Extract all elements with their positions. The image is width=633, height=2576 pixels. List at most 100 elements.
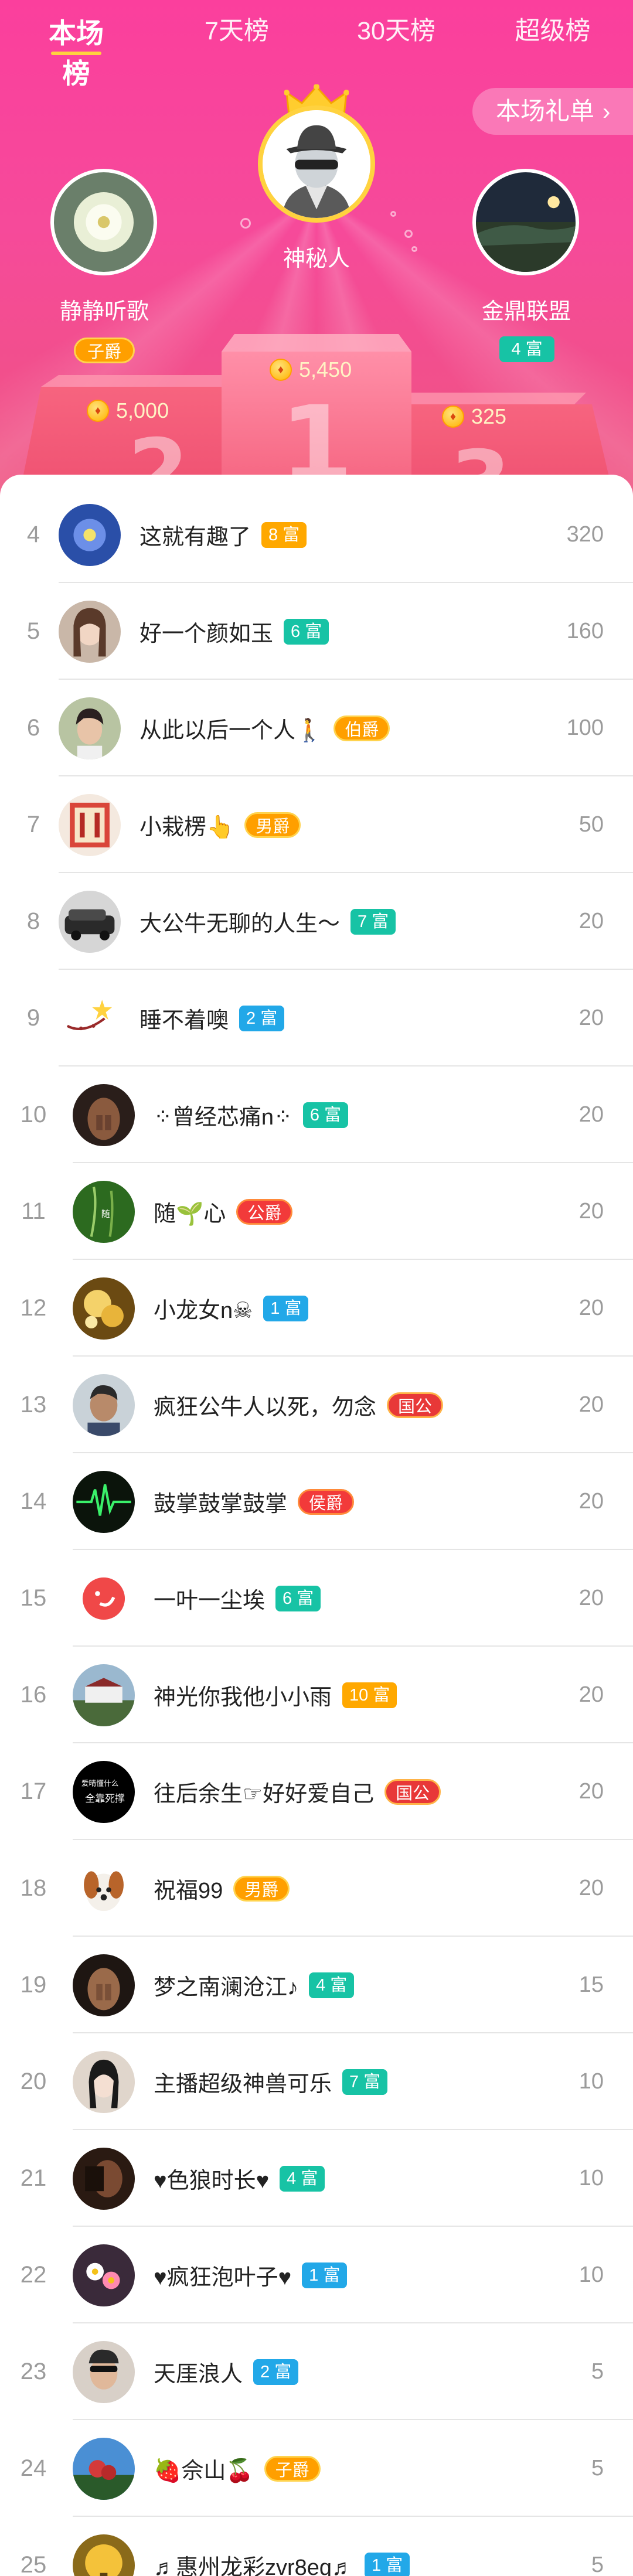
user-avatar[interactable] bbox=[59, 794, 121, 856]
svg-text:全靠死撑: 全靠死撑 bbox=[85, 1793, 125, 1804]
user-info: 鼓掌鼓掌鼓掌 侯爵 bbox=[154, 1453, 355, 1550]
user-avatar[interactable] bbox=[73, 1374, 135, 1436]
ranking-row[interactable]: 23 天厓浪人 2 富 5 bbox=[0, 2323, 633, 2420]
first-place-avatar[interactable] bbox=[258, 105, 375, 223]
user-name: 睡不着噢 bbox=[139, 1008, 229, 1033]
noble-title-badge: 男爵 bbox=[244, 812, 301, 838]
ranking-row[interactable]: 13 疯狂公牛人以死，勿念 国公 20 bbox=[0, 1357, 633, 1453]
third-place-name: 金鼎联盟 bbox=[481, 299, 571, 324]
user-avatar[interactable] bbox=[59, 601, 121, 663]
ranking-row[interactable]: 4 这就有趣了 8 富 320 bbox=[0, 486, 633, 583]
second-place-avatar[interactable] bbox=[50, 169, 157, 275]
night-road-photo-icon bbox=[476, 172, 576, 272]
ranking-row[interactable]: 22 ♥疯狂泡叶子♥ 1 富 10 bbox=[0, 2227, 633, 2323]
user-avatar[interactable] bbox=[73, 2438, 135, 2500]
user-info: 往后余生☞好好爱自己 国公 bbox=[154, 1743, 441, 1840]
user-avatar[interactable] bbox=[73, 2148, 135, 2210]
ranking-row[interactable]: 16 神光你我他小小雨 10 富 20 bbox=[0, 1647, 633, 1743]
ranking-row[interactable]: 17 爱晴懂什么 全靠死撑 往后余生☞好好爱自己 国公 20 bbox=[0, 1743, 633, 1840]
user-avatar[interactable] bbox=[59, 987, 121, 1050]
rank-number: 12 bbox=[20, 1295, 47, 1321]
wealth-level-badge: 4 富 bbox=[309, 1972, 355, 1998]
user-avatar[interactable]: 爱晴懂什么 全靠死撑 bbox=[73, 1761, 135, 1823]
avatar-image-icon bbox=[73, 2438, 135, 2500]
ranking-row[interactable]: 11 随 随🌱心 公爵 20 bbox=[0, 1163, 633, 1260]
user-name: 神光你我他小小雨 bbox=[154, 1685, 332, 1710]
second-place-score-value: 5,000 bbox=[116, 398, 169, 422]
user-avatar[interactable] bbox=[73, 2051, 135, 2113]
ranking-row[interactable]: 12 小龙女n☠ 1 富 20 bbox=[0, 1260, 633, 1357]
user-avatar[interactable] bbox=[73, 1568, 135, 1630]
user-avatar[interactable] bbox=[73, 1664, 135, 1726]
user-avatar[interactable] bbox=[73, 1858, 135, 1920]
user-avatar[interactable] bbox=[73, 1954, 135, 2016]
user-avatar[interactable] bbox=[59, 697, 121, 759]
user-avatar[interactable] bbox=[73, 2534, 135, 2576]
avatar-image-icon bbox=[73, 2051, 135, 2113]
user-name: ♥疯狂泡叶子♥ bbox=[154, 2265, 292, 2290]
noble-title-badge: 子爵 bbox=[264, 2455, 321, 2482]
sparkle-decoration bbox=[390, 211, 396, 217]
second-place-name: 静静听歌 bbox=[59, 299, 149, 324]
user-info: 🍓佘山🍒 子爵 bbox=[154, 2420, 321, 2517]
user-avatar[interactable] bbox=[73, 2341, 135, 2403]
avatar-image-icon bbox=[59, 987, 121, 1050]
ranking-row[interactable]: 14 鼓掌鼓掌鼓掌 侯爵 20 bbox=[0, 1453, 633, 1550]
user-avatar[interactable] bbox=[73, 1084, 135, 1146]
ranking-row[interactable]: 25 ♬惠州龙彩zvr8eq♬ 1 富 5 bbox=[0, 2517, 633, 2576]
tab-7-days[interactable]: 7天榜 bbox=[196, 11, 278, 47]
noble-title-badge: 公爵 bbox=[236, 1198, 293, 1225]
active-tab-indicator bbox=[51, 52, 101, 55]
avatar-image-icon bbox=[73, 2534, 135, 2576]
wealth-level-badge: 8 富 bbox=[261, 522, 307, 548]
user-info: 疯狂公牛人以死，勿念 国公 bbox=[154, 1357, 444, 1453]
user-avatar[interactable] bbox=[73, 1471, 135, 1533]
user-info: 一叶一尘埃 6 富 bbox=[154, 1550, 321, 1647]
user-info: 神光你我他小小雨 10 富 bbox=[154, 1647, 397, 1743]
contribution-value: 20 bbox=[578, 1102, 604, 1127]
ranking-row[interactable]: 7 小栽楞👆 男爵 50 bbox=[0, 776, 633, 873]
user-avatar[interactable] bbox=[59, 891, 121, 953]
contribution-value: 160 bbox=[566, 619, 604, 643]
third-place-score: ♦ 325 bbox=[442, 404, 506, 429]
user-avatar[interactable] bbox=[73, 1277, 135, 1340]
contribution-value: 15 bbox=[578, 1972, 604, 1997]
ranking-row[interactable]: 20 主播超级神兽可乐 7 富 10 bbox=[0, 2033, 633, 2130]
ranking-row[interactable]: 10 ⁘曾经芯痛n⁘ 6 富 20 bbox=[0, 1066, 633, 1163]
ranking-row[interactable]: 21 ♥色狼时长♥ 4 富 10 bbox=[0, 2130, 633, 2227]
wealth-level-badge: 2 富 bbox=[239, 1005, 285, 1031]
ranking-row[interactable]: 15 一叶一尘埃 6 富 20 bbox=[0, 1550, 633, 1647]
tab-30-days[interactable]: 30天榜 bbox=[350, 11, 442, 47]
mystery-man-icon bbox=[263, 110, 370, 218]
sparkle-decoration bbox=[404, 230, 413, 238]
tab-super[interactable]: 超级榜 bbox=[509, 11, 597, 47]
ranking-row[interactable]: 24 🍓佘山🍒 子爵 5 bbox=[0, 2420, 633, 2517]
flower-photo-icon bbox=[54, 172, 154, 272]
ranking-row[interactable]: 5 好一个颜如玉 6 富 160 bbox=[0, 583, 633, 680]
avatar-image-icon bbox=[73, 1858, 135, 1920]
noble-title-badge: 伯爵 bbox=[333, 715, 390, 741]
ranking-row[interactable]: 9 睡不着噢 2 富 20 bbox=[0, 970, 633, 1066]
third-place-avatar[interactable] bbox=[472, 169, 579, 275]
ranking-row[interactable]: 18 祝福99 男爵 20 bbox=[0, 1840, 633, 1937]
rank-number: 18 bbox=[20, 1875, 47, 1901]
user-name: ♬惠州龙彩zvr8eq♬ bbox=[154, 2555, 355, 2576]
user-avatar[interactable]: 随 bbox=[73, 1181, 135, 1243]
user-name: 小栽楞👆 bbox=[139, 815, 234, 840]
third-place-badge: 4 富 bbox=[499, 336, 554, 362]
ranking-row[interactable]: 19 梦之南澜沧江♪ 4 富 15 bbox=[0, 1937, 633, 2033]
user-avatar[interactable] bbox=[73, 2244, 135, 2306]
user-name: 🍓佘山🍒 bbox=[154, 2459, 254, 2483]
wealth-level-badge: 6 富 bbox=[275, 1585, 321, 1611]
avatar-image-icon bbox=[73, 1084, 135, 1146]
rank-number: 8 bbox=[26, 908, 40, 934]
gift-list-button[interactable]: 本场礼单 › bbox=[472, 88, 633, 135]
ranking-row[interactable]: 8 大公牛无聊的人生～ 7 富 20 bbox=[0, 873, 633, 970]
rank-number: 15 bbox=[20, 1585, 47, 1611]
second-place-score: ♦ 5,000 bbox=[87, 398, 169, 423]
rank-number: 23 bbox=[20, 2359, 47, 2384]
ranking-row[interactable]: 6 从此以后一个人🚶 伯爵 100 bbox=[0, 680, 633, 776]
tab-this-session[interactable]: 本场榜 bbox=[35, 11, 117, 91]
rank-number: 13 bbox=[20, 1392, 47, 1418]
user-avatar[interactable] bbox=[59, 504, 121, 566]
